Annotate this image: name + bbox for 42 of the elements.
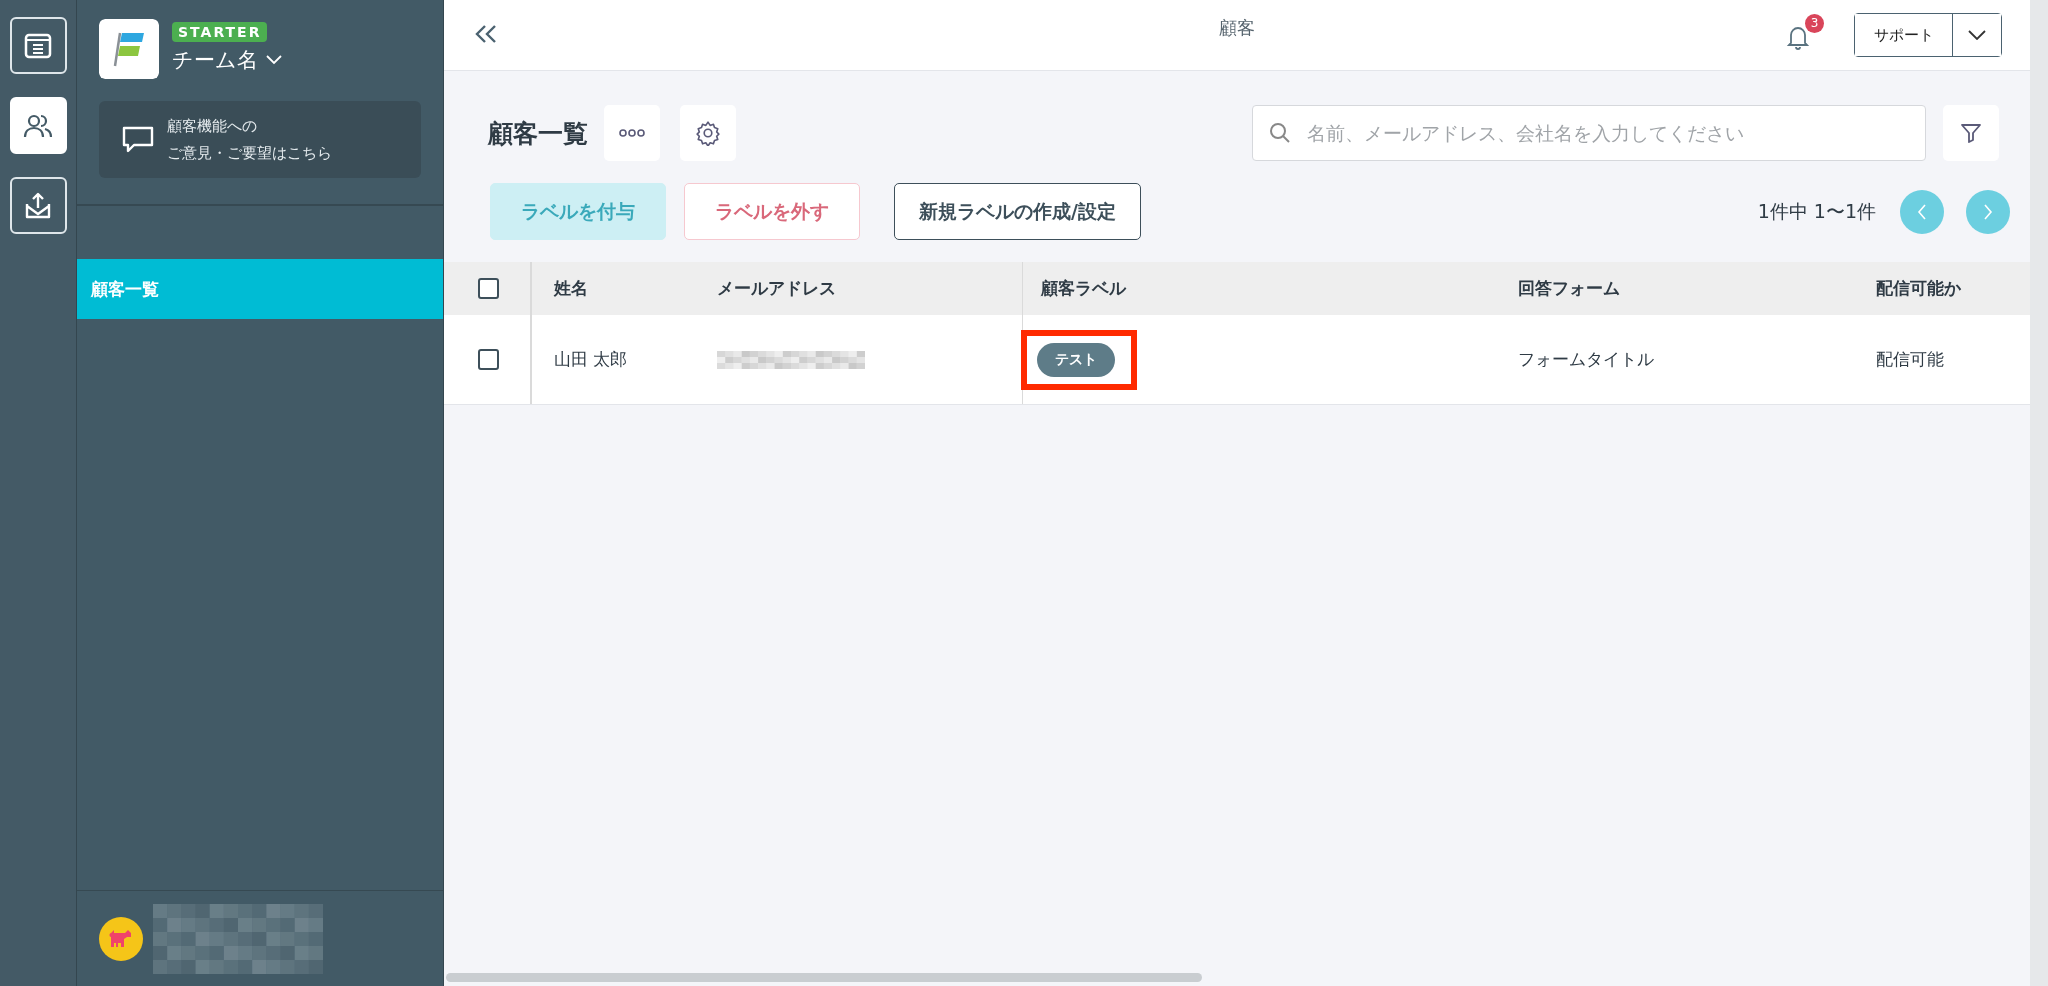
filter-button[interactable]: [1943, 105, 1999, 161]
column-header: 配信可能か: [1876, 277, 1962, 300]
table-cell-text: 山田 太郎: [553, 348, 629, 371]
column-header: 回答フォーム: [1518, 277, 1621, 300]
notification-button[interactable]: 3: [1782, 13, 1824, 57]
search-icon: [1268, 121, 1292, 145]
speech-bubble-icon: [121, 124, 155, 155]
chevron-down-icon: [266, 55, 282, 65]
column-header: 顧客ラベル: [1040, 277, 1128, 300]
feedback-text: ご意見・ご要望はこちら: [167, 143, 332, 163]
scrollbar-track[interactable]: [2030, 0, 2048, 986]
rail-button[interactable]: [9, 17, 67, 74]
rail-button[interactable]: [9, 177, 67, 234]
pagination-text: 1件中 1〜1件: [1757, 198, 1876, 224]
notification-badge: 3: [1805, 13, 1824, 33]
filter-icon: [1959, 121, 1983, 145]
action-button[interactable]: 新規ラベルの作成/設定: [894, 183, 1141, 240]
scrollbar-thumb[interactable]: [446, 972, 1202, 982]
chevron-right-icon: [1983, 203, 1993, 220]
settings-button[interactable]: [680, 105, 736, 161]
feedback-card[interactable]: 顧客機能への ご意見・ご要望はこちら: [99, 101, 421, 178]
plan-badge: STARTER: [172, 22, 268, 42]
search-field[interactable]: 名前、メールアドレス、会社名を入力してください: [1252, 105, 1926, 161]
double-chevron-left-icon: [474, 23, 498, 44]
app-logo: [99, 19, 159, 79]
avatar: [99, 916, 143, 961]
page-header-title: 顧客: [1219, 16, 1255, 40]
label-tag: テスト: [1037, 342, 1115, 377]
team-dropdown[interactable]: チーム名: [172, 46, 282, 74]
checkbox[interactable]: [477, 278, 499, 299]
settings-icon: [695, 120, 721, 146]
column-header: 姓名: [552, 277, 589, 300]
more-button[interactable]: [604, 105, 660, 161]
more-icon: [619, 129, 645, 137]
support-button[interactable]: サポート: [1855, 14, 1953, 56]
page-title: 顧客一覧: [488, 117, 588, 150]
feedback-text: 顧客機能への: [167, 116, 258, 136]
table-cell-text: フォームタイトル: [1518, 348, 1655, 371]
checkbox[interactable]: [477, 349, 499, 370]
chevron-down-icon: [1968, 29, 1986, 40]
chevron-left-icon: [1917, 203, 1927, 220]
table-cell-text: 配信可能: [1876, 348, 1945, 371]
